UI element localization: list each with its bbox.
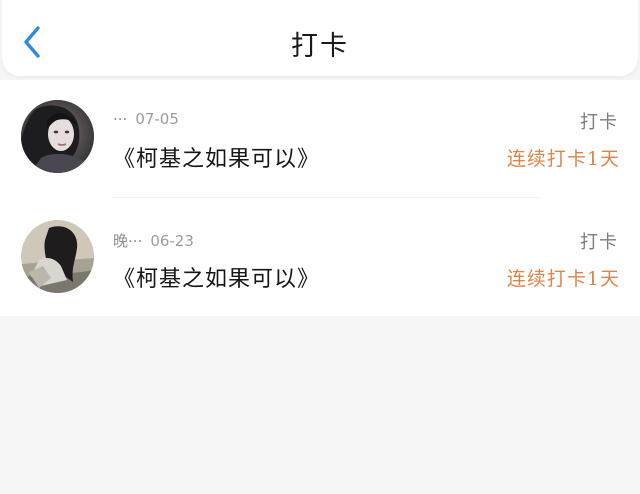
book-title[interactable]: 《柯基之如果可以》 [113, 261, 320, 293]
streak-text: 连续打卡1天 [506, 148, 620, 170]
record-date: 07-05 [135, 110, 179, 128]
checkin-label: 打卡 [580, 112, 618, 133]
record-meta: ··· 07-05 [113, 110, 179, 128]
page-title: 打卡 [291, 31, 349, 62]
list-item[interactable]: ··· 07-05 《柯基之如果可以》 打卡 连续打卡1天 [0, 80, 640, 198]
top-bar: 打卡 [2, 0, 638, 76]
checkin-label: 打卡 [580, 232, 618, 253]
book-title[interactable]: 《柯基之如果可以》 [113, 141, 320, 173]
avatar[interactable] [21, 220, 94, 293]
record-meta: 晚··· 06-23 [113, 230, 194, 251]
divider [112, 197, 540, 198]
user-name: ··· [113, 110, 128, 128]
streak-text: 连续打卡1天 [506, 268, 620, 290]
user-name: 晚··· [113, 232, 143, 250]
record-date: 06-23 [150, 232, 194, 250]
avatar[interactable] [21, 100, 94, 173]
checkin-list: ··· 07-05 《柯基之如果可以》 打卡 连续打卡1天 晚··· 06-23 《… [0, 80, 640, 316]
list-item[interactable]: 晚··· 06-23 《柯基之如果可以》 打卡 连续打卡1天 [0, 200, 640, 318]
